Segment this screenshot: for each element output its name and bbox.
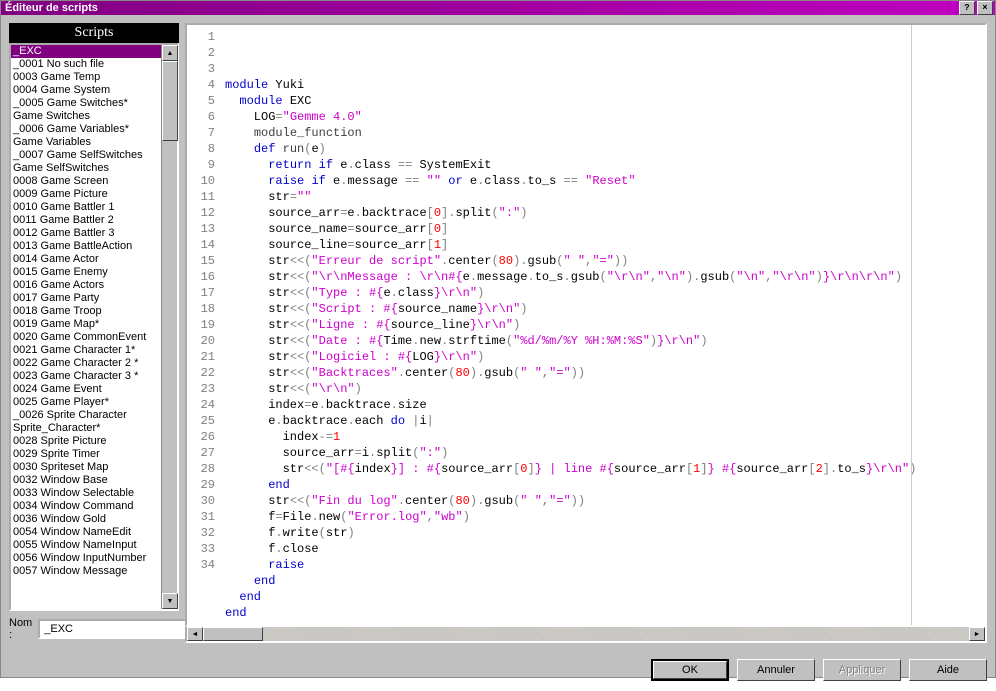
code-line[interactable]: end xyxy=(225,477,985,493)
list-item[interactable]: 0036 Window Gold xyxy=(11,513,161,526)
list-item[interactable]: 0019 Game Map* xyxy=(11,318,161,331)
list-item[interactable]: 0024 Game Event xyxy=(11,383,161,396)
name-label: Nom : xyxy=(9,617,32,641)
code-line[interactable]: raise xyxy=(225,557,985,573)
code-line[interactable]: raise if e.message == "" or e.class.to_s… xyxy=(225,173,985,189)
code-line[interactable]: module Yuki xyxy=(225,77,985,93)
list-item[interactable]: 0028 Sprite Picture xyxy=(11,435,161,448)
code-line[interactable]: f.close xyxy=(225,541,985,557)
code-line[interactable]: str<<("Date : #{Time.new.strftime("%d/%m… xyxy=(225,333,985,349)
hscroll-right-icon[interactable]: ► xyxy=(969,627,985,641)
hscroll-thumb[interactable] xyxy=(203,627,263,641)
code-line[interactable]: str<<("Type : #{e.class}\r\n") xyxy=(225,285,985,301)
hscroll-left-icon[interactable]: ◄ xyxy=(187,627,203,641)
list-item[interactable]: 0003 Game Temp xyxy=(11,71,161,84)
code-line[interactable]: f.write(str) xyxy=(225,525,985,541)
list-item[interactable]: 0018 Game Troop xyxy=(11,305,161,318)
list-item[interactable]: _0006 Game Variables* xyxy=(11,123,161,136)
list-item[interactable]: 0014 Game Actor xyxy=(11,253,161,266)
code-line[interactable]: index-=1 xyxy=(225,429,985,445)
scroll-thumb[interactable] xyxy=(162,61,178,141)
code-line[interactable]: index=e.backtrace.size xyxy=(225,397,985,413)
code-line[interactable]: end xyxy=(225,573,985,589)
list-item[interactable]: 0011 Game Battler 2 xyxy=(11,214,161,227)
list-item[interactable]: 0015 Game Enemy xyxy=(11,266,161,279)
code-line[interactable]: module EXC xyxy=(225,93,985,109)
code-line[interactable]: module_function xyxy=(225,125,985,141)
code-line[interactable]: str<<("Script : #{source_name}\r\n") xyxy=(225,301,985,317)
list-item[interactable]: 0032 Window Base xyxy=(11,474,161,487)
script-editor-window: Éditeur de scripts ? × Scripts _EXC_0001… xyxy=(0,0,996,678)
list-item[interactable]: 0033 Window Selectable xyxy=(11,487,161,500)
list-item[interactable]: 0010 Game Battler 1 xyxy=(11,201,161,214)
code-area[interactable]: module Yuki module EXC LOG="Gemme 4.0" m… xyxy=(221,25,985,625)
code-line[interactable]: str<<("\r\n") xyxy=(225,381,985,397)
code-line[interactable]: def run(e) xyxy=(225,141,985,157)
code-line[interactable]: str<<("Erreur de script".center(80).gsub… xyxy=(225,253,985,269)
dialog-buttons: OK Annuler Appliquer Aide xyxy=(1,651,995,691)
script-name-input[interactable] xyxy=(38,619,192,639)
list-item[interactable]: _0005 Game Switches* xyxy=(11,97,161,110)
code-line[interactable]: e.backtrace.each do |i| xyxy=(225,413,985,429)
scroll-up-icon[interactable]: ▲ xyxy=(162,45,178,61)
code-line[interactable]: end xyxy=(225,589,985,605)
list-scrollbar[interactable]: ▲ ▼ xyxy=(161,45,177,609)
list-item[interactable]: 0013 Game BattleAction xyxy=(11,240,161,253)
list-item[interactable]: 0012 Game Battler 3 xyxy=(11,227,161,240)
code-line[interactable]: str<<("Fin du log".center(80).gsub(" ","… xyxy=(225,493,985,509)
list-item[interactable]: _0007 Game SelfSwitches xyxy=(11,149,161,162)
list-item[interactable]: 0020 Game CommonEvent xyxy=(11,331,161,344)
list-item[interactable]: 0021 Game Character 1* xyxy=(11,344,161,357)
code-line[interactable]: source_name=source_arr[0] xyxy=(225,221,985,237)
list-item[interactable]: 0029 Sprite Timer xyxy=(11,448,161,461)
help-icon[interactable]: ? xyxy=(959,1,975,15)
code-line[interactable]: end xyxy=(225,605,985,621)
list-item[interactable]: _0026 Sprite Character xyxy=(11,409,161,422)
script-list[interactable]: _EXC_0001 No such file0003 Game Temp0004… xyxy=(9,43,179,611)
list-item[interactable]: Game SelfSwitches xyxy=(11,162,161,175)
list-item[interactable]: 0009 Game Picture xyxy=(11,188,161,201)
list-item[interactable]: 0055 Window NameInput xyxy=(11,539,161,552)
list-item[interactable]: 0022 Game Character 2 * xyxy=(11,357,161,370)
list-item[interactable]: 0017 Game Party xyxy=(11,292,161,305)
code-line[interactable]: source_arr=i.split(":") xyxy=(225,445,985,461)
code-line[interactable]: str="" xyxy=(225,189,985,205)
code-line[interactable]: f=File.new("Error.log","wb") xyxy=(225,509,985,525)
list-item[interactable]: 0025 Game Player* xyxy=(11,396,161,409)
code-line[interactable]: str<<("Backtraces".center(80).gsub(" ","… xyxy=(225,365,985,381)
code-line[interactable]: source_line=source_arr[1] xyxy=(225,237,985,253)
list-item[interactable]: 0057 Window Message xyxy=(11,565,161,578)
list-item[interactable]: Game Switches xyxy=(11,110,161,123)
code-line[interactable]: LOG="Gemme 4.0" xyxy=(225,109,985,125)
list-item[interactable]: 0034 Window Command xyxy=(11,500,161,513)
code-line[interactable]: str<<("Logiciel : #{LOG}\r\n") xyxy=(225,349,985,365)
code-line[interactable]: str<<("\r\nMessage : \r\n#{e.message.to_… xyxy=(225,269,985,285)
list-item[interactable]: _EXC xyxy=(11,45,161,58)
scripts-header: Scripts xyxy=(9,23,179,43)
code-editor[interactable]: 1234567891011121314151617181920212223242… xyxy=(185,23,987,627)
list-item[interactable]: 0008 Game Screen xyxy=(11,175,161,188)
list-item[interactable]: 0004 Game System xyxy=(11,84,161,97)
code-line[interactable]: str<<("[#{index}] : #{source_arr[0]} | l… xyxy=(225,461,985,477)
code-hscroll[interactable]: ◄ ► xyxy=(185,627,987,643)
code-line[interactable]: str<<("Ligne : #{source_line}\r\n") xyxy=(225,317,985,333)
list-item[interactable]: 0056 Window InputNumber xyxy=(11,552,161,565)
scroll-down-icon[interactable]: ▼ xyxy=(162,593,178,609)
code-line[interactable]: return if e.class == SystemExit xyxy=(225,157,985,173)
list-item[interactable]: 0023 Game Character 3 * xyxy=(11,370,161,383)
print-margin xyxy=(911,25,912,625)
code-line[interactable]: source_arr=e.backtrace[0].split(":") xyxy=(225,205,985,221)
window-title: Éditeur de scripts xyxy=(3,2,959,14)
list-item[interactable]: _0001 No such file xyxy=(11,58,161,71)
titlebar[interactable]: Éditeur de scripts ? × xyxy=(1,1,995,15)
list-item[interactable]: 0016 Game Actors xyxy=(11,279,161,292)
list-item[interactable]: Game Variables xyxy=(11,136,161,149)
list-item[interactable]: 0054 Window NameEdit xyxy=(11,526,161,539)
list-item[interactable]: Sprite_Character* xyxy=(11,422,161,435)
line-gutter: 1234567891011121314151617181920212223242… xyxy=(187,25,221,625)
close-icon[interactable]: × xyxy=(977,1,993,15)
list-item[interactable]: 0030 Spriteset Map xyxy=(11,461,161,474)
